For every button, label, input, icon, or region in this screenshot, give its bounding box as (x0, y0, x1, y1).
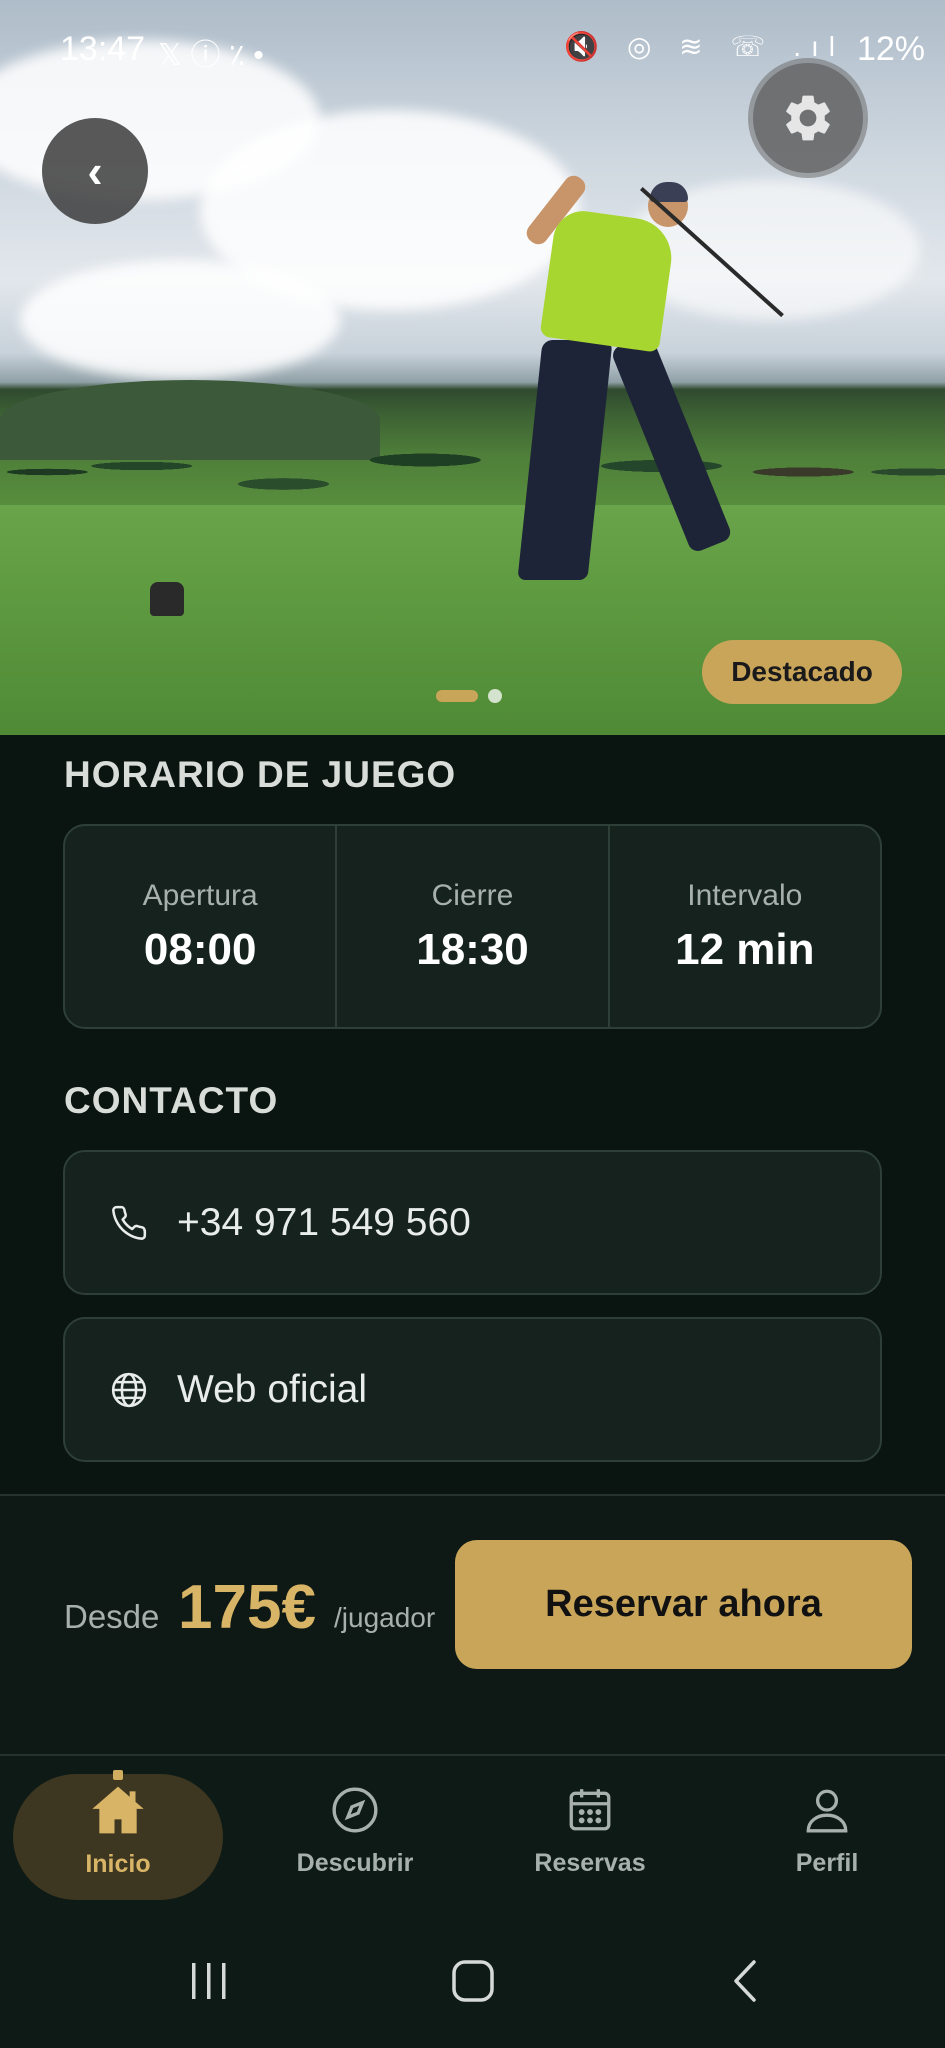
nav-item-inicio[interactable]: Inicio (13, 1756, 223, 1906)
schedule-interval: Intervalo 12 min (610, 826, 880, 1027)
price-value: 175€ (178, 1573, 316, 1642)
schedule-value: 12 min (675, 924, 815, 974)
schedule-value: 08:00 (143, 924, 257, 974)
status-time: 13:47 (60, 30, 146, 68)
carousel-dot-active[interactable] (436, 690, 478, 702)
home-button[interactable] (450, 1958, 496, 2004)
recent-apps-icon (192, 1963, 226, 1999)
phone-card[interactable]: +34 971 549 560 (63, 1150, 882, 1295)
chevron-left-icon: ‹ (87, 145, 103, 197)
system-navigation-bar (0, 1916, 945, 2048)
nav-label: Perfil (795, 1848, 859, 1877)
settings-button[interactable] (748, 58, 868, 178)
schedule-opening: Apertura 08:00 (65, 826, 338, 1027)
compass-icon (332, 1787, 378, 1832)
nav-item-descubrir[interactable]: Descubrir (260, 1756, 450, 1906)
home-icon (92, 1786, 144, 1833)
schedule-label: Apertura (142, 878, 258, 912)
nav-label: Inicio (85, 1849, 151, 1878)
contact-title: CONTACTO (64, 1080, 279, 1121)
schedule-closing: Cierre 18:30 (337, 826, 610, 1027)
phone-number: +34 971 549 560 (177, 1200, 471, 1244)
price-unit: /jugador (334, 1602, 436, 1633)
battery-level: 12% (856, 30, 925, 68)
website-link: Web oficial (177, 1367, 368, 1411)
nav-item-reservas[interactable]: Reservas (495, 1756, 685, 1906)
notification-icons: 𝕏 ⓘ ٪ • (158, 39, 264, 72)
schedule-card: Apertura 08:00 Cierre 18:30 Intervalo 12… (63, 824, 882, 1029)
calendar-icon (569, 1788, 611, 1830)
phone-icon (109, 1203, 149, 1243)
nav-label: Reservas (534, 1848, 646, 1877)
website-card[interactable]: Web oficial (63, 1317, 882, 1462)
schedule-title: HORARIO DE JUEGO (64, 754, 457, 795)
featured-badge: Destacado (702, 640, 902, 704)
reserve-button[interactable]: Reservar ahora (455, 1540, 912, 1669)
recent-apps-button[interactable] (186, 1958, 232, 2004)
schedule-value: 18:30 (416, 924, 529, 974)
nav-label: Descubrir (296, 1848, 414, 1877)
bottom-navigation: Inicio Descubrir Reservas Perfil (0, 1756, 945, 1916)
back-chevron-icon (734, 1960, 756, 2002)
schedule-label: Cierre (431, 878, 514, 912)
gear-icon (786, 95, 830, 141)
home-square-icon (452, 1960, 494, 2002)
cloud (20, 260, 340, 380)
user-icon (806, 1789, 848, 1832)
treeline (0, 400, 945, 520)
globe-icon (109, 1370, 149, 1410)
carousel-dot[interactable] (488, 689, 502, 703)
nav-item-perfil[interactable]: Perfil (732, 1756, 922, 1906)
tee-marker (150, 582, 184, 616)
back-system-button[interactable] (722, 1958, 768, 2004)
golfer-shirt (539, 207, 677, 353)
schedule-label: Intervalo (687, 878, 803, 912)
back-button[interactable]: ‹ (42, 118, 148, 224)
carousel-indicator[interactable] (436, 689, 502, 703)
price-from-label: Desde (64, 1598, 160, 1635)
